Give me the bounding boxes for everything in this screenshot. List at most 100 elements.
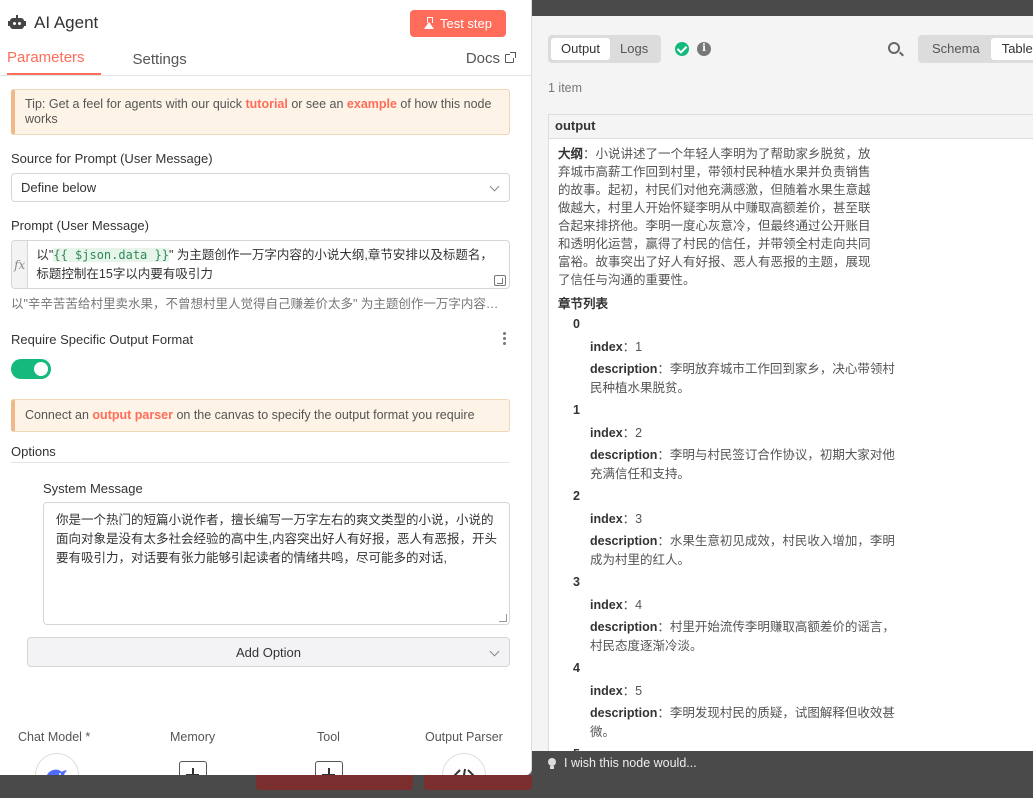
notice-text: Connect an [25,408,93,422]
chapter-description-row: description：水果生意初见成效，村民收入增加，李明成为村里的红人。 [590,534,895,567]
chapter-index-key: 1 [573,403,580,417]
chapter-index-row: index：1 [590,340,643,354]
system-message-textarea[interactable]: 你是一个热门的短篇小说作者，擅长编写一万字左右的爽文类型的小说，小说的面向对象是… [43,502,510,625]
robot-icon [8,15,26,31]
outline-value: 小说讲述了一个年轻人李明为了帮助家乡脱贫，放弃城市高薪工作回到村里，带领村民种植… [558,147,871,287]
output-format-label: Require Specific Output Format [11,332,194,347]
output-panel: Output Logs i Schema Table 1 item output… [532,16,1033,751]
external-link-icon [505,52,516,63]
memory-connector-label: Memory [170,730,216,744]
chapter-index-key: 3 [573,575,580,589]
chapter-index-row: index：3 [590,512,643,526]
tip-text: Tip: Get a feel for agents with our quic… [25,97,246,111]
prompt-input[interactable]: fx 以"{{ $json.data }}" 为主题创作一万字内容的小说大纲,章… [11,240,510,289]
tab-parameters[interactable]: Parameters [7,49,101,75]
chat-model-node[interactable] [35,753,79,775]
output-parser-link[interactable]: output parser [92,408,173,422]
description-key: description [590,534,658,548]
tip-notice: Tip: Get a feel for agents with our quic… [11,89,510,135]
output-logs-toggle: Output Logs [548,35,662,63]
chevron-down-icon [489,646,500,657]
output-format-toggle[interactable] [11,359,51,379]
add-option-label: Add Option [235,644,302,660]
docs-label: Docs [465,50,500,67]
chapter-index-key: 2 [573,489,580,503]
prompt-label: Prompt (User Message) [11,218,149,233]
node-title[interactable]: AI Agent [34,13,410,33]
description-key: description [590,362,658,376]
docs-link[interactable]: Docs [465,50,516,67]
add-memory-button[interactable] [179,761,207,775]
system-message-label: System Message [43,481,143,496]
success-check-icon [675,42,689,56]
chapter-description-row: description：村里开始流传李明赚取高额差价的谣言，村民态度逐渐冷淡。 [590,620,895,653]
chapter-description-row: description：李明与村民签订合作协议，初期大家对他充满信任和支持。 [590,448,895,481]
chapter-index-row: index：2 [590,426,643,440]
view-schema[interactable]: Schema [921,38,991,60]
chapter-index-row: index：5 [590,684,643,698]
resize-grip-icon[interactable] [499,614,507,622]
panel-tabs: Parameters Settings Docs [0,46,531,76]
info-icon[interactable]: i [697,42,711,56]
expand-icon[interactable] [494,275,506,286]
index-key: index [590,426,623,440]
tab-logs[interactable]: Logs [610,38,658,60]
index-value: 2 [635,426,643,440]
index-value: 5 [635,684,643,698]
system-message-text: 你是一个热门的短篇小说作者，擅长编写一万字左右的爽文类型的小说，小说的面向对象是… [56,513,497,565]
tool-connector-label: Tool [317,730,340,744]
options-heading: Options [11,444,510,463]
chapters-list: 0 index：1 description：李明放弃城市工作回到家乡，决心带领村民种… [558,317,1033,751]
prompt-text-part: 以" [36,248,54,262]
output-parser-notice: Connect an output parser on the canvas t… [11,399,510,432]
chat-model-connector-label: Chat Model * [18,730,91,744]
index-key: index [590,512,623,526]
lightbulb-icon [548,757,556,769]
outline-key: 大纲 [558,147,584,161]
chapters-key: 章节列表 [558,297,609,311]
source-value: Define below [21,180,97,195]
output-table: output 大纲：小说讲述了一个年轻人李明为了帮助家乡脱贫，放弃城市高薪工作回… [548,114,1033,751]
tutorial-link[interactable]: tutorial [245,97,287,111]
test-step-label: Test step [439,15,492,31]
prompt-text: 以"{{ $json.data }}" 为主题创作一万字内容的小说大纲,章节安排… [28,241,509,288]
add-option-button[interactable]: Add Option [27,637,510,667]
view-table[interactable]: Table [990,38,1033,60]
index-value: 3 [635,512,643,526]
search-icon[interactable] [888,42,900,54]
canvas-node-fragment [256,775,413,790]
tip-text: or see an [287,97,347,111]
prompt-expression: {{ $json.data }} [53,248,169,262]
add-tool-button[interactable] [315,761,343,775]
flask-icon [423,17,434,29]
node-parameters-panel: AI Agent Test step Parameters Settings D… [0,0,532,775]
index-key: index [590,598,623,612]
chapter-description-row: description：李明放弃城市工作回到家乡，决心带领村民种植水果脱贫。 [590,362,895,395]
feedback-bar[interactable]: I wish this node would... [532,751,1033,775]
deepseek-whale-icon [47,769,67,775]
index-value: 1 [635,340,643,354]
view-mode-toggle: Schema Table [918,35,1033,63]
tab-output[interactable]: Output [551,38,611,60]
output-parser-connector-label: Output Parser [425,730,503,744]
source-label: Source for Prompt (User Message) [11,151,213,166]
more-options-icon[interactable] [503,332,510,347]
notice-text: on the canvas to specify the output form… [172,408,475,422]
column-header: output [549,115,1033,139]
source-select[interactable]: Define below [11,173,510,202]
description-key: description [590,620,658,634]
prompt-preview: 以"辛辛苦苦给村里卖水果，不曾想村里人觉得自己赚差价太多" 为主题创作一万字内容… [11,297,510,311]
items-count: 1 item [548,81,583,95]
test-step-button[interactable]: Test step [409,9,506,37]
output-tree: 大纲：小说讲述了一个年轻人李明为了帮助家乡脱贫，放弃城市高薪工作回到村里，带领村… [549,139,1033,751]
chapter-index-key: 4 [573,661,580,675]
example-link[interactable]: example [347,97,397,111]
chapter-index-row: index：4 [590,598,643,612]
output-format-row: Require Specific Output Format [11,332,510,347]
description-key: description [590,706,658,720]
tab-settings[interactable]: Settings [133,51,187,75]
feedback-text: I wish this node would... [564,756,697,770]
chapter-index-key: 0 [573,317,580,331]
canvas-node-fragment [424,775,532,790]
output-parser-node[interactable] [442,753,486,775]
